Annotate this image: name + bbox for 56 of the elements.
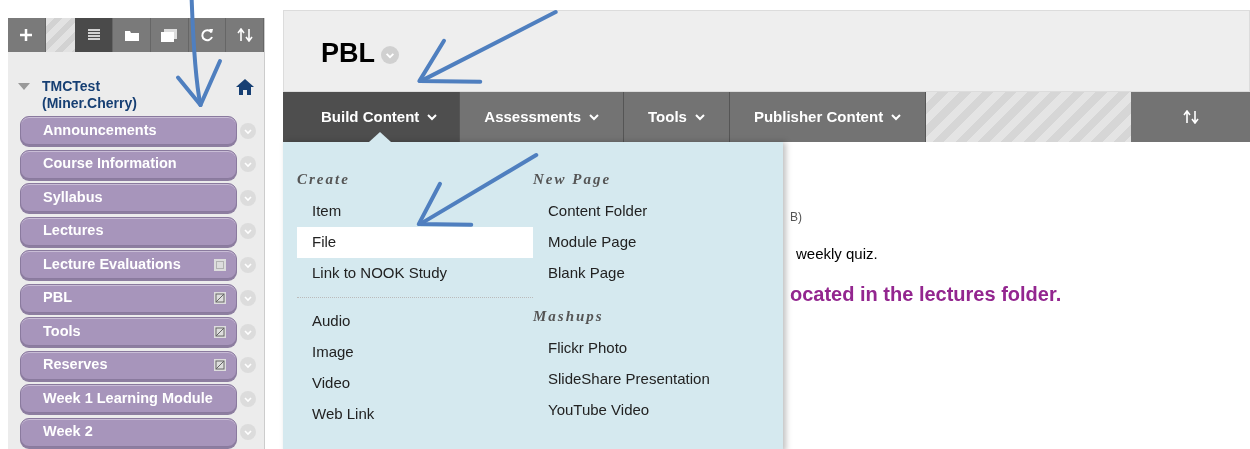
- chevron-circle-icon[interactable]: [240, 122, 256, 139]
- chevron-down-icon: [427, 113, 438, 121]
- chevron-circle-icon[interactable]: [240, 357, 256, 373]
- dropdown-item[interactable]: Web Link: [297, 399, 533, 430]
- plus-icon: [19, 28, 34, 42]
- chevron-circle-icon[interactable]: [240, 424, 256, 440]
- dotted-square-icon: [214, 258, 226, 271]
- content-text: ocated in the lectures folder.: [790, 281, 1062, 307]
- dropdown-item[interactable]: Blank Page: [533, 258, 769, 289]
- dropdown-item[interactable]: YouTube Video: [533, 395, 769, 426]
- menu-tab[interactable]: Publisher Content: [729, 92, 927, 142]
- dropdown-item[interactable]: Flickr Photo: [533, 333, 769, 364]
- dropdown-item[interactable]: Image: [297, 337, 533, 368]
- menu-heading: Mashups: [533, 307, 605, 326]
- menu-heading: New Page: [533, 170, 613, 189]
- chevron-circle-icon[interactable]: [381, 45, 399, 64]
- chevron-circle-icon[interactable]: [240, 189, 256, 206]
- home-icon[interactable]: [236, 79, 254, 95]
- sort-icon: [1182, 110, 1199, 124]
- dropdown-item[interactable]: Module Page: [533, 227, 769, 258]
- hatched-spacer: [45, 18, 76, 52]
- chevron-down-icon: [589, 113, 600, 121]
- dropdown-item[interactable]: Video: [297, 368, 533, 399]
- menu-tab[interactable]: Build Content: [283, 92, 461, 142]
- dropdown-item[interactable]: Item: [297, 196, 533, 227]
- sort-icon: [236, 28, 253, 42]
- chevron-circle-icon[interactable]: [240, 156, 256, 172]
- expand-triangle-icon[interactable]: [18, 83, 30, 91]
- course-title[interactable]: TMCTest (Miner.Cherry): [42, 78, 172, 112]
- chevron-circle-icon[interactable]: [240, 223, 256, 239]
- menu-heading: Create: [297, 170, 351, 189]
- folder-icon: [124, 29, 139, 41]
- refresh-icon: [199, 28, 214, 42]
- dropdown-item[interactable]: File: [297, 227, 533, 258]
- content-text: weekly quiz.: [796, 244, 879, 264]
- menu-tab[interactable]: Assessments: [460, 92, 625, 142]
- chevron-down-icon: [891, 113, 902, 121]
- dropdown-item[interactable]: SlideShare Presentation: [533, 364, 769, 395]
- chevron-circle-icon[interactable]: [240, 323, 256, 340]
- window-icon: [161, 28, 178, 42]
- dropdown-item[interactable]: Link to NOOK Study: [297, 258, 533, 289]
- sort-button[interactable]: [1131, 92, 1250, 142]
- slashed-square-icon: [214, 359, 226, 371]
- chevron-circle-icon[interactable]: [240, 390, 256, 407]
- dropdown-item[interactable]: Content Folder: [533, 196, 769, 227]
- page-title: PBL: [321, 36, 375, 70]
- chevron-circle-icon[interactable]: [240, 256, 256, 273]
- dropdown-item[interactable]: Audio: [297, 306, 533, 337]
- content-text: B): [790, 209, 803, 226]
- slashed-square-icon: [214, 325, 226, 338]
- list-icon: [87, 28, 100, 42]
- toolbar-button[interactable]: [75, 18, 114, 52]
- menu-tab[interactable]: Tools: [624, 92, 730, 142]
- chevron-down-icon: [694, 113, 705, 121]
- slashed-square-icon: [214, 292, 226, 304]
- chevron-circle-icon[interactable]: [240, 290, 256, 306]
